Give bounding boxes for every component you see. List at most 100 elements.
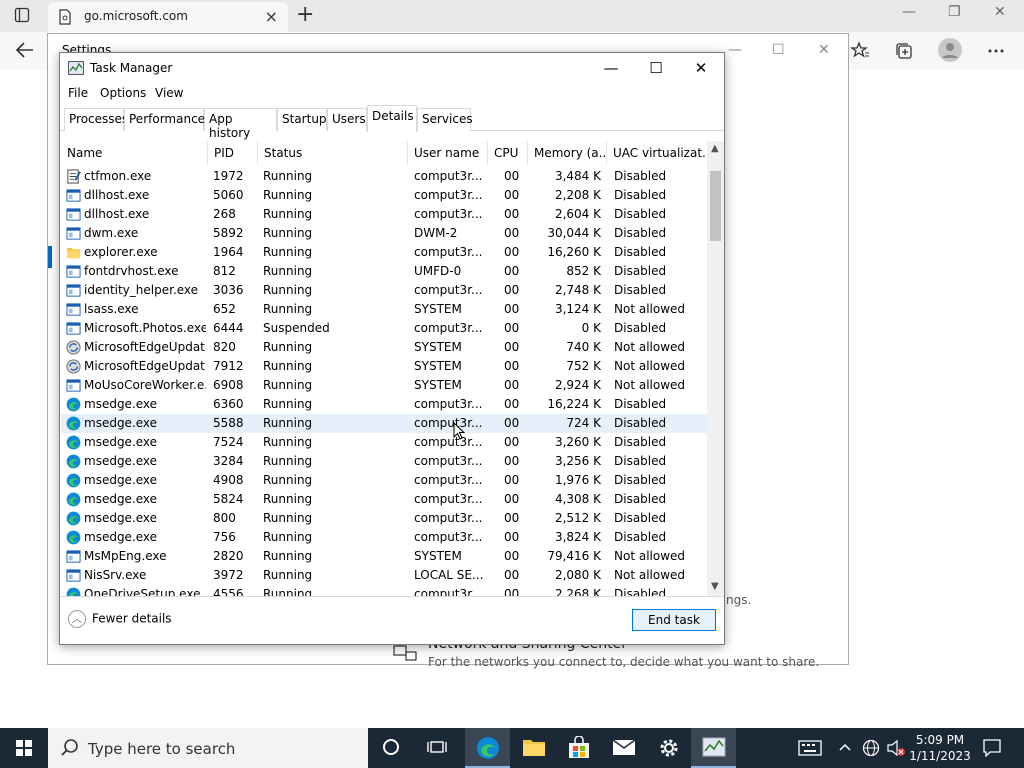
new-tab-button[interactable]: +: [296, 2, 314, 28]
end-task-button[interactable]: End task: [632, 609, 716, 631]
process-row[interactable]: dwm.exe 5892 Running DWM-2 00 30,044 K Disable…: [61, 224, 707, 243]
column-header-name-label: Name: [67, 146, 103, 160]
cell-pid: 7912: [213, 359, 244, 373]
search-icon: [60, 738, 80, 761]
start-button[interactable]: [0, 728, 48, 768]
cell-status: Running: [263, 454, 313, 468]
cell-pid: 5892: [213, 226, 244, 240]
column-header-pid[interactable]: PID: [208, 141, 258, 165]
process-row[interactable]: lsass.exe 652 Running SYSTEM 00 3,124 K Not al…: [61, 300, 707, 319]
tab-processes[interactable]: Processes: [64, 108, 128, 131]
file-explorer-icon[interactable]: [511, 728, 556, 768]
cell-memory: 752 K: [566, 359, 601, 373]
process-row[interactable]: MicrosoftEdgeUpdat... 820 Running SYSTEM 00 7…: [61, 338, 707, 357]
process-row[interactable]: explorer.exe 1964 Running comput3r... 00 16,2…: [61, 243, 707, 262]
clock-date[interactable]: 1/11/2023: [906, 749, 974, 763]
browser-close-button[interactable]: ✕: [994, 4, 1006, 20]
column-header-uac[interactable]: UAC virtualizat...: [607, 141, 707, 165]
tm-maximize-button[interactable]: ☐: [641, 57, 671, 79]
browser-minimize-button[interactable]: —: [902, 4, 916, 20]
browser-restore-button[interactable]: ❐: [948, 4, 961, 20]
browser-tab[interactable]: go.microsoft.com ×: [48, 2, 288, 32]
process-row[interactable]: msedge.exe 800 Running comput3r... 00 2,512 K…: [61, 509, 707, 528]
process-row[interactable]: msedge.exe 6360 Running comput3r... 00 16,224…: [61, 395, 707, 414]
favorites-icon[interactable]: [850, 41, 870, 64]
process-row[interactable]: MsMpEng.exe 2820 Running SYSTEM 00 79,416 K No…: [61, 547, 707, 566]
cortana-icon[interactable]: [369, 728, 414, 768]
process-row[interactable]: msedge.exe 5824 Running comput3r... 00 4,308 …: [61, 490, 707, 509]
volume-muted-icon[interactable]: [886, 739, 906, 760]
menu-options[interactable]: Options: [100, 86, 146, 100]
process-row[interactable]: ctfmon.exe 1972 Running comput3r... 00 3,484 …: [61, 167, 707, 186]
clock-time[interactable]: 5:09 PM: [910, 733, 970, 747]
scroll-thumb[interactable]: [710, 171, 721, 241]
process-row[interactable]: msedge.exe 756 Running comput3r... 00 3,824 K…: [61, 528, 707, 547]
process-row[interactable]: msedge.exe 4908 Running comput3r... 00 1,976 …: [61, 471, 707, 490]
window-process-icon: [66, 549, 81, 564]
process-row[interactable]: NisSrv.exe 3972 Running LOCAL SE... 00 2,080 …: [61, 566, 707, 585]
tab-actions-icon[interactable]: [14, 7, 30, 26]
task-view-icon[interactable]: [415, 728, 460, 768]
cell-cpu: 00: [504, 492, 520, 506]
cell-uac: Not allowed: [614, 359, 686, 373]
notifications-icon[interactable]: [983, 739, 1001, 760]
task-manager-footer: ︿ Fewer details End task: [60, 598, 724, 644]
profile-avatar-icon[interactable]: [938, 38, 962, 65]
menu-view[interactable]: View: [155, 86, 183, 100]
tab-close-icon[interactable]: ×: [265, 7, 278, 26]
cell-cpu: 00: [504, 530, 520, 544]
cell-uac: Disabled: [614, 473, 667, 487]
more-options-icon[interactable]: [986, 41, 1006, 64]
menu-file[interactable]: File: [68, 86, 88, 100]
task-manager-titlebar[interactable]: Task Manager — ☐ ✕: [60, 53, 724, 83]
tm-close-button[interactable]: ✕: [686, 57, 716, 79]
column-header-name[interactable]: Name ^: [61, 141, 208, 165]
process-row[interactable]: identity_helper.exe 3036 Running comput3r..…: [61, 281, 707, 300]
settings-gear-icon[interactable]: [646, 728, 691, 768]
settings-maximize-button[interactable]: ☐: [772, 42, 785, 58]
cell-pid: 756: [213, 530, 236, 544]
process-row[interactable]: MicrosoftEdgeUpdat... 7912 Running SYSTEM 00…: [61, 357, 707, 376]
vertical-scrollbar[interactable]: ▲ ▼: [707, 141, 724, 596]
cell-uac: Disabled: [614, 264, 667, 278]
cell-user-name: comput3r...: [414, 492, 483, 506]
tab-details[interactable]: Details: [367, 105, 417, 132]
keyboard-icon[interactable]: [798, 739, 822, 760]
scroll-down-arrow-icon[interactable]: ▼: [711, 581, 719, 592]
fewer-details-button[interactable]: ︿ Fewer details: [68, 610, 172, 628]
process-row[interactable]: fontdrvhost.exe 812 Running UMFD-0 00 852 K Di…: [61, 262, 707, 281]
collections-icon[interactable]: [894, 41, 914, 64]
scroll-up-arrow-icon[interactable]: ▲: [711, 143, 719, 154]
task-manager-taskbar-icon[interactable]: [691, 728, 736, 768]
process-row[interactable]: msedge.exe 7524 Running comput3r... 00 3,260 …: [61, 433, 707, 452]
tab-performance[interactable]: Performance: [124, 108, 205, 131]
mail-icon[interactable]: [601, 728, 646, 768]
column-header-memory[interactable]: Memory (a...: [528, 141, 607, 165]
column-header-cpu[interactable]: CPU: [488, 141, 528, 165]
process-row[interactable]: OneDriveSetup.exe 4556 Running comput3r... 0…: [61, 585, 707, 596]
settings-close-button[interactable]: ✕: [818, 42, 830, 58]
process-row[interactable]: msedge.exe 5588 Running comput3r... 00 724 K D…: [61, 414, 707, 433]
cell-cpu: 00: [504, 302, 520, 316]
cell-uac: Disabled: [614, 207, 667, 221]
process-row[interactable]: Microsoft.Photos.exe 6444 Suspended comput3…: [61, 319, 707, 338]
process-row[interactable]: dllhost.exe 5060 Running comput3r... 00 2,208…: [61, 186, 707, 205]
back-arrow-icon[interactable]: [14, 39, 36, 64]
edge-taskbar-icon[interactable]: [465, 728, 510, 768]
cell-user-name: comput3r...: [414, 207, 483, 221]
process-row[interactable]: msedge.exe 3284 Running comput3r... 00 3,256 …: [61, 452, 707, 471]
tm-minimize-button[interactable]: —: [596, 57, 626, 79]
tab-startup[interactable]: Startup: [277, 108, 327, 131]
microsoft-store-icon[interactable]: [556, 728, 601, 768]
process-row[interactable]: dllhost.exe 268 Running comput3r... 00 2,604 …: [61, 205, 707, 224]
show-hidden-icons-chevron-icon[interactable]: [838, 740, 852, 757]
column-header-status[interactable]: Status: [258, 141, 408, 165]
settings-minimize-button[interactable]: —: [728, 42, 742, 58]
taskbar-search-box[interactable]: Type here to search: [48, 728, 368, 768]
tab-services[interactable]: Services: [417, 108, 473, 131]
tab-users[interactable]: Users: [327, 108, 367, 131]
process-row[interactable]: MoUsoCoreWorker.e... 6908 Running SYSTEM 00 2…: [61, 376, 707, 395]
tab-app-history[interactable]: App history: [204, 108, 277, 140]
column-header-user-name[interactable]: User name: [408, 141, 488, 165]
network-globe-icon[interactable]: [862, 739, 880, 760]
